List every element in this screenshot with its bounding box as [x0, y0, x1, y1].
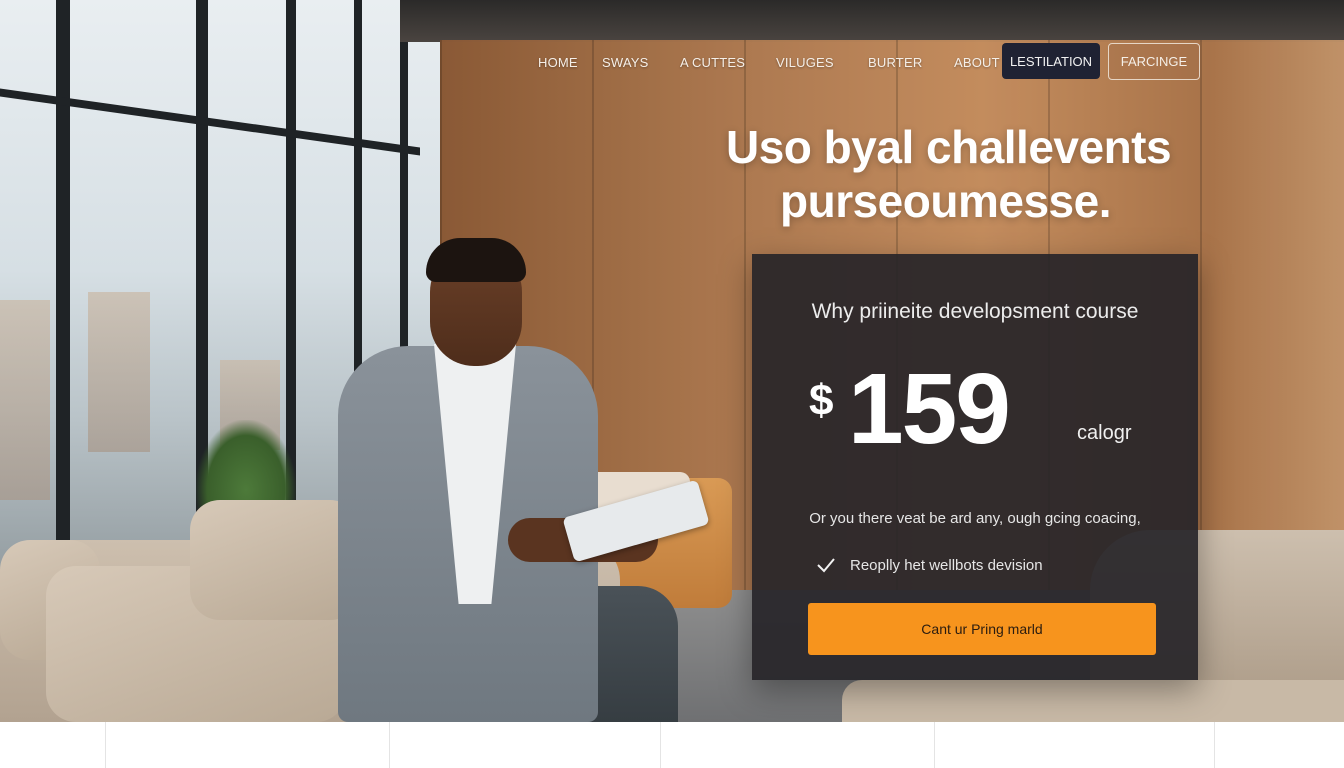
column-divider	[1214, 722, 1215, 768]
nav-link-home[interactable]: HOME	[538, 55, 578, 70]
top-navigation: HOME SWAYS A CUTTES VILUGES BURTER ABOUT…	[0, 43, 1344, 81]
bottom-section	[0, 722, 1344, 768]
pricing-card-title: Why priineite developsment course	[811, 300, 1139, 323]
feature-item: Reoplly het wellbots devision	[816, 554, 1043, 576]
pricing-description: Or you there veat be ard any, ough gcing…	[809, 510, 1141, 527]
sofa-right-seat	[842, 680, 1344, 722]
person-with-tablet	[338, 236, 710, 722]
column-divider	[934, 722, 935, 768]
check-icon	[817, 558, 835, 573]
window-frame	[56, 0, 70, 560]
feature-text: Reoplly het wellbots devision	[850, 556, 1043, 574]
hero-headline-line-1: Uso byal challevents	[726, 121, 1172, 173]
nav-link-viluges[interactable]: VILUGES	[776, 55, 834, 70]
hero-headline: Uso byal challevents purseoumesse.	[690, 120, 1210, 228]
person-hair	[426, 238, 526, 282]
cta-button[interactable]: Cant ur Pring marld	[808, 603, 1156, 655]
column-divider	[389, 722, 390, 768]
nav-link-about[interactable]: ABOUT	[954, 55, 1000, 70]
price-amount: 159	[848, 353, 1011, 465]
nav-button-farcinge[interactable]: FARCINGE	[1108, 43, 1200, 80]
nav-link-sways[interactable]: SWAYS	[602, 55, 649, 70]
nav-link-burter[interactable]: BURTER	[868, 55, 922, 70]
nav-button-lestilation[interactable]: LESTILATION	[1002, 43, 1100, 79]
pricing-card: Why priineite developsment course $ 159 …	[752, 254, 1198, 680]
background-building	[0, 300, 50, 500]
hero-headline-line-2: purseoumesse.	[780, 175, 1111, 227]
column-divider	[105, 722, 106, 768]
nav-link-a-cuttes[interactable]: A CUTTES	[680, 55, 745, 70]
sofa-pillow	[190, 500, 360, 620]
price-currency: $	[809, 376, 834, 425]
column-divider	[660, 722, 661, 768]
price-period: calogr	[1077, 422, 1132, 444]
background-building	[88, 292, 150, 452]
ceiling	[400, 0, 1344, 42]
